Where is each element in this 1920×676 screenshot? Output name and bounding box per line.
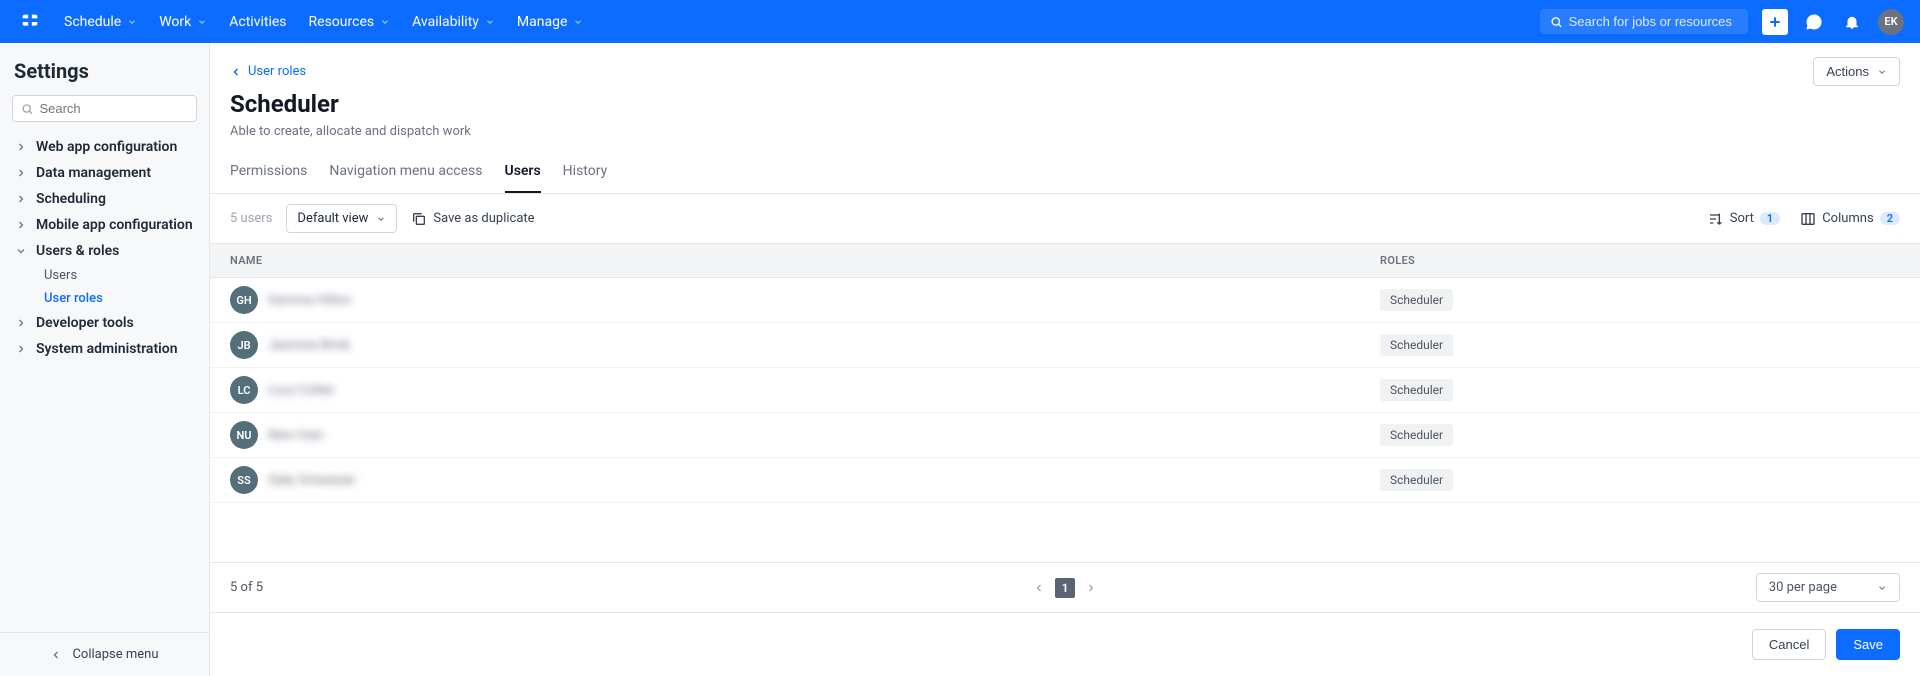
bell-icon[interactable] (1840, 10, 1864, 34)
user-name: New User (268, 428, 324, 443)
user-name: Jasmine Brink (268, 338, 350, 353)
nav-item-availability[interactable]: Availability (412, 14, 495, 30)
role-tag: Scheduler (1380, 379, 1453, 401)
sidebar-section[interactable]: Web app configuration (6, 134, 203, 160)
sidebar-title: Settings (14, 59, 195, 83)
footer-actions: Cancel Save (210, 612, 1920, 676)
table-row[interactable]: GH Gemma Hilton Scheduler (210, 278, 1920, 323)
user-name: Sally Scheduler (268, 473, 356, 488)
sort-count: 1 (1760, 212, 1780, 225)
user-count: 5 users (230, 211, 272, 226)
sidebar-section[interactable]: Scheduling (6, 186, 203, 212)
main-content: User roles Actions Scheduler Able to cre… (210, 43, 1920, 676)
sidebar-section[interactable]: Users & roles (6, 238, 203, 264)
tab-permissions[interactable]: Permissions (230, 153, 307, 193)
table-row[interactable]: SS Sally Scheduler Scheduler (210, 458, 1920, 503)
per-page-label: 30 per page (1769, 580, 1837, 595)
table-toolbar: 5 users Default view Save as duplicate S… (210, 194, 1920, 244)
row-count: 5 of 5 (230, 580, 263, 595)
role-tag: Scheduler (1380, 334, 1453, 356)
nav-item-activities[interactable]: Activities (229, 14, 286, 30)
columns-button[interactable]: Columns 2 (1800, 211, 1900, 227)
save-as-duplicate-button[interactable]: Save as duplicate (411, 211, 534, 227)
nav-items: Schedule Work Activities Resources Availabil… (64, 14, 1540, 30)
user-avatar-initials: GH (230, 286, 258, 314)
tab-history[interactable]: History (563, 153, 608, 193)
role-tag: Scheduler (1380, 289, 1453, 311)
user-avatar-initials: NU (230, 421, 258, 449)
role-tag: Scheduler (1380, 424, 1453, 446)
sidebar-search[interactable] (12, 95, 197, 122)
chat-icon[interactable] (1802, 10, 1826, 34)
next-page-icon[interactable] (1085, 582, 1097, 594)
nav-item-manage[interactable]: Manage (517, 14, 583, 30)
nav-item-work[interactable]: Work (159, 14, 207, 30)
user-avatar[interactable]: EK (1878, 9, 1904, 35)
topnav-right: EK (1540, 9, 1904, 35)
columns-count: 2 (1880, 212, 1900, 225)
app-logo[interactable] (16, 8, 44, 36)
sort-button[interactable]: Sort 1 (1708, 211, 1780, 227)
breadcrumb-back[interactable]: User roles (230, 64, 306, 79)
table-row[interactable]: LC Lucy Collier Scheduler (210, 368, 1920, 413)
table-row[interactable]: JB Jasmine Brink Scheduler (210, 323, 1920, 368)
user-avatar-initials: JB (230, 331, 258, 359)
save-button[interactable]: Save (1836, 629, 1900, 660)
save-dup-label: Save as duplicate (433, 211, 534, 226)
tab-navigation-menu-access[interactable]: Navigation menu access (329, 153, 482, 193)
sidebar-nav: Web app configurationData managementSche… (0, 134, 209, 632)
sort-label: Sort (1730, 211, 1754, 226)
tab-users[interactable]: Users (505, 153, 541, 193)
user-name: Lucy Collier (268, 383, 335, 398)
collapse-label: Collapse menu (72, 647, 158, 662)
cancel-button[interactable]: Cancel (1752, 629, 1826, 660)
sidebar-section[interactable]: System administration (6, 336, 203, 362)
nav-item-resources[interactable]: Resources (309, 14, 391, 30)
pagination: 1 (1033, 578, 1097, 598)
users-table: NAME ROLES GH Gemma Hilton Scheduler JB … (210, 244, 1920, 562)
page-subtitle: Able to create, allocate and dispatch wo… (230, 124, 1900, 139)
tabs: Permissions Navigation menu access Users Hi… (210, 153, 1920, 194)
columns-label: Columns (1822, 211, 1874, 226)
table-footer: 5 of 5 1 30 per page (210, 562, 1920, 612)
role-tag: Scheduler (1380, 469, 1453, 491)
actions-label: Actions (1826, 64, 1869, 79)
sidebar-item-user-roles[interactable]: User roles (36, 287, 203, 310)
sidebar-section[interactable]: Data management (6, 160, 203, 186)
breadcrumb-label: User roles (248, 64, 306, 79)
actions-dropdown[interactable]: Actions (1813, 57, 1900, 86)
user-avatar-initials: SS (230, 466, 258, 494)
table-row[interactable]: NU New User Scheduler (210, 413, 1920, 458)
table-header: NAME ROLES (210, 244, 1920, 278)
global-search-input[interactable] (1569, 14, 1738, 29)
sidebar-item-users[interactable]: Users (36, 264, 203, 287)
view-selector[interactable]: Default view (286, 204, 397, 233)
header-roles[interactable]: ROLES (1380, 254, 1900, 267)
sidebar: Settings Web app configurationData manag… (0, 43, 210, 676)
header-name[interactable]: NAME (230, 254, 1380, 267)
sidebar-section[interactable]: Developer tools (6, 310, 203, 336)
page-title: Scheduler (230, 90, 1900, 118)
page-number[interactable]: 1 (1055, 578, 1075, 598)
create-button[interactable] (1762, 9, 1788, 35)
sidebar-search-input[interactable] (39, 101, 188, 116)
top-nav: Schedule Work Activities Resources Availabil… (0, 0, 1920, 43)
user-name: Gemma Hilton (268, 293, 351, 308)
sidebar-section[interactable]: Mobile app configuration (6, 212, 203, 238)
per-page-selector[interactable]: 30 per page (1756, 573, 1900, 602)
view-label: Default view (297, 211, 368, 226)
collapse-menu-button[interactable]: Collapse menu (0, 632, 209, 676)
prev-page-icon[interactable] (1033, 582, 1045, 594)
global-search[interactable] (1540, 9, 1748, 34)
nav-item-schedule[interactable]: Schedule (64, 14, 137, 30)
user-avatar-initials: LC (230, 376, 258, 404)
